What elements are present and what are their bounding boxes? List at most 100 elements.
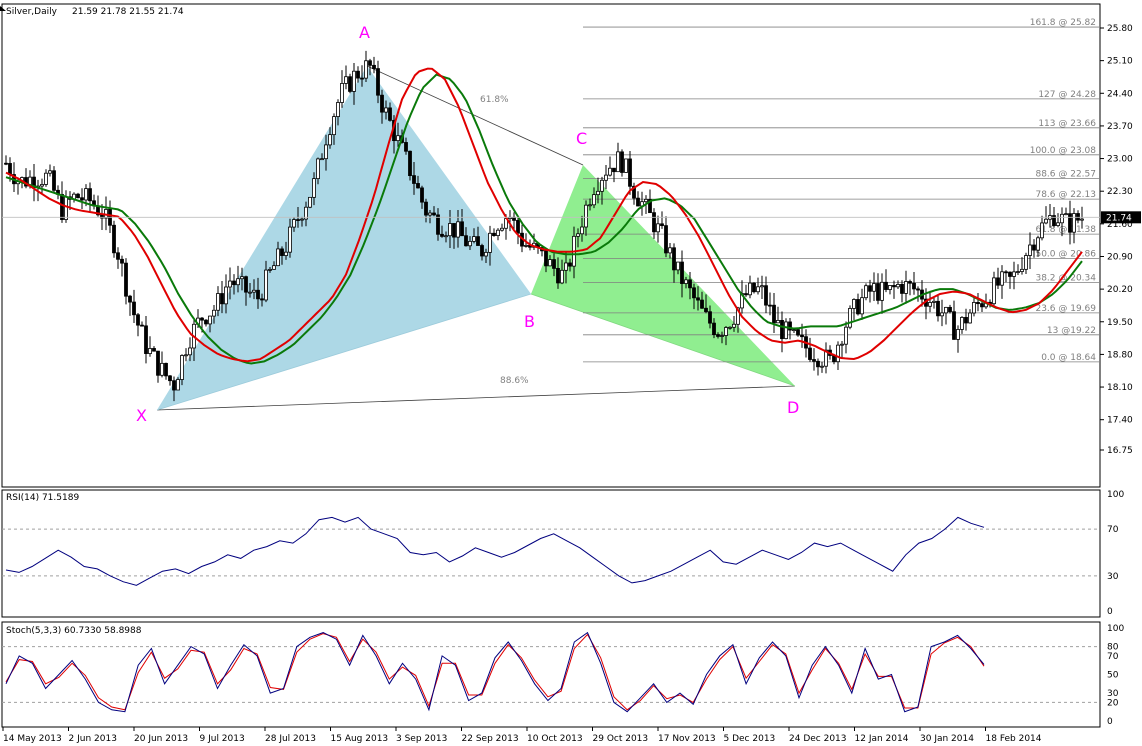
x-axis-tick-label: 18 Feb 2014	[986, 734, 1042, 744]
rsi-panel[interactable]	[1, 489, 1101, 618]
candle-body	[556, 267, 560, 284]
x-axis-tick-label: 3 Sep 2013	[396, 734, 447, 744]
candle-body	[112, 224, 116, 254]
stoch-y-tick-label: 50	[1107, 671, 1119, 681]
candle-body	[412, 175, 416, 184]
pattern-point-label: D	[787, 398, 799, 417]
price-y-tick-label: 20.90	[1107, 252, 1133, 262]
candle-body	[624, 158, 628, 173]
candle-body	[848, 308, 852, 328]
fib-level-label: 13 @19.22	[1047, 326, 1096, 336]
price-y-tick-label: 18.80	[1107, 350, 1133, 360]
candle-body	[140, 324, 144, 327]
pattern-point-label: B	[524, 312, 535, 331]
candle-body	[496, 229, 500, 237]
fib-level-label: 61.8 @ 21.38	[1035, 225, 1096, 235]
candle-body	[64, 196, 68, 220]
rsi-y-tick-label: 30	[1107, 572, 1119, 582]
candle-body	[944, 306, 948, 314]
stoch-panel[interactable]	[1, 621, 1101, 728]
candle-body	[308, 196, 312, 208]
candle-body	[1016, 271, 1020, 273]
candle-body	[48, 170, 52, 174]
candle-body	[760, 285, 764, 288]
candle-body	[692, 287, 696, 299]
candle-body	[164, 362, 168, 377]
candle-body	[424, 201, 428, 216]
candle-body	[664, 225, 668, 254]
candle-body	[584, 204, 588, 228]
candle-body	[820, 365, 824, 368]
candle-body	[544, 250, 548, 267]
candle-body	[744, 293, 748, 296]
candle-body	[364, 60, 368, 79]
candle-body	[204, 319, 208, 325]
candle-body	[460, 221, 464, 237]
candle-body	[1068, 213, 1072, 233]
candle-body	[1072, 213, 1076, 233]
candle-body	[452, 223, 456, 238]
candle-body	[320, 158, 324, 161]
candle-body	[160, 362, 164, 376]
pattern-point-label: X	[136, 406, 147, 425]
candle-body	[564, 262, 568, 271]
candle-body	[968, 312, 972, 324]
candle-body	[44, 172, 48, 185]
chart-canvas[interactable]: Silver,Daily 21.59 21.78 21.55 21.74 25.80…	[0, 0, 1142, 746]
candle-body	[900, 284, 904, 294]
candle-body	[932, 300, 936, 303]
candle-body	[404, 142, 408, 152]
candle-body	[748, 282, 752, 296]
candle-body	[652, 212, 656, 233]
candle-body	[232, 280, 236, 286]
candle-body	[416, 183, 420, 189]
candle-body	[136, 314, 140, 326]
candle-body	[276, 248, 280, 267]
rsi-title: RSI(14) 71.5189	[6, 493, 79, 503]
candle-body	[244, 276, 248, 293]
candle-body	[184, 354, 188, 357]
candle-body	[1024, 255, 1028, 270]
candle-body	[644, 198, 648, 203]
candle-body	[1040, 222, 1044, 239]
candle-body	[132, 301, 136, 316]
candle-body	[812, 359, 816, 362]
chart-symbol-label: Silver,Daily	[6, 7, 58, 17]
pattern-point-label: A	[359, 23, 370, 42]
candle-body	[512, 216, 516, 221]
candle-body	[896, 284, 900, 288]
candle-body	[836, 344, 840, 363]
candle-body	[288, 226, 292, 253]
candle-body	[668, 247, 672, 254]
candle-body	[324, 144, 328, 160]
candle-body	[180, 355, 184, 380]
x-axis-tick-label: 12 Jan 2014	[855, 734, 909, 744]
candle-body	[948, 306, 952, 313]
candle-body	[280, 248, 284, 256]
stoch-y-tick-label: 0	[1107, 717, 1113, 727]
candle-body	[756, 286, 760, 293]
candle-body	[684, 279, 688, 284]
x-axis-tick-label: 14 May 2013	[3, 734, 62, 744]
x-axis-tick-label: 5 Dec 2013	[724, 734, 776, 744]
fib-level-label: 78.6 @ 22.13	[1035, 190, 1096, 200]
candle-body	[560, 269, 564, 284]
x-axis-tick-label: 15 Aug 2013	[331, 734, 389, 744]
stoch-y-tick-label: 100	[1107, 624, 1124, 634]
candle-body	[216, 293, 220, 311]
candle-body	[860, 297, 864, 315]
candle-body	[488, 232, 492, 253]
fib-level-label: 88.6 @ 22.57	[1035, 170, 1096, 180]
candle-body	[172, 380, 176, 391]
candle-body	[368, 60, 372, 66]
fib-level-label: 23.6 @ 19.69	[1035, 304, 1096, 314]
candle-body	[124, 262, 128, 297]
candle-body	[476, 236, 480, 246]
candle-body	[772, 304, 776, 324]
rsi-y-tick-label: 0	[1107, 607, 1113, 617]
candle-body	[672, 247, 676, 271]
candle-body	[784, 321, 788, 340]
candle-body	[1036, 237, 1040, 251]
candle-body	[800, 334, 804, 338]
candle-body	[1008, 271, 1012, 277]
